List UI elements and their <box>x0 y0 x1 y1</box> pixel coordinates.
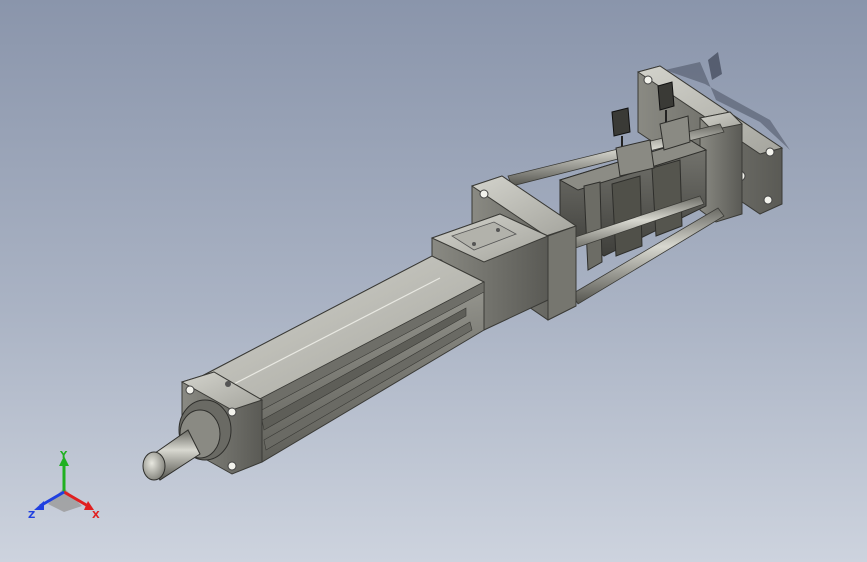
drop-shadow <box>708 52 722 80</box>
graphics-viewport[interactable]: Y X Z <box>0 0 867 562</box>
electric-cylinder-model[interactable] <box>0 0 867 562</box>
z-axis-label: Z <box>28 510 35 520</box>
piston-rod[interactable] <box>142 399 232 481</box>
view-triad[interactable]: Y X Z <box>26 448 102 521</box>
x-axis-label: X <box>92 510 100 520</box>
y-axis-label: Y <box>59 450 68 461</box>
